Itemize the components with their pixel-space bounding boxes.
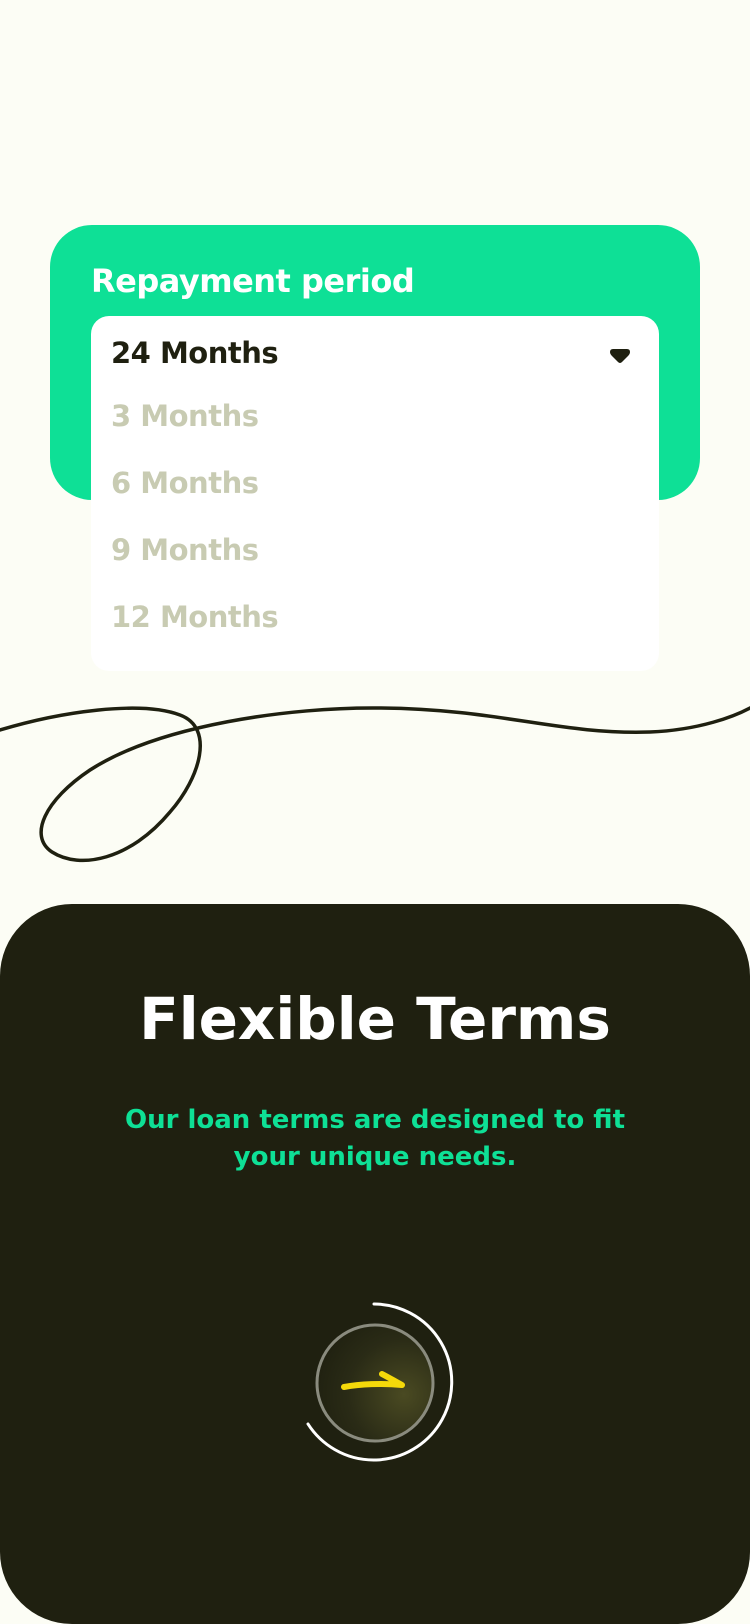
option-label: 6 Months	[111, 466, 259, 500]
dropdown-option[interactable]: 3 Months	[91, 386, 659, 452]
dropdown-option[interactable]: 12 Months	[91, 587, 659, 653]
selected-option-label: 24 Months	[111, 336, 279, 370]
next-button[interactable]	[302, 1300, 458, 1464]
dropdown-selected-value[interactable]: 24 Months	[91, 316, 659, 386]
dropdown-option[interactable]: 6 Months	[91, 453, 659, 519]
repayment-dropdown[interactable]: 24 Months 3 Months 6 Months 9 Months 12 …	[91, 316, 659, 671]
feature-title: Flexible Terms	[139, 985, 611, 1053]
decorative-squiggle-line	[0, 706, 750, 863]
option-label: 9 Months	[111, 533, 259, 567]
option-label: 12 Months	[111, 600, 279, 634]
repayment-period-label: Repayment period	[91, 262, 415, 300]
caret-down-icon[interactable]	[607, 346, 633, 366]
option-label: 3 Months	[111, 399, 259, 433]
arrow-right-icon	[341, 1371, 405, 1390]
feature-description: Our loan terms are designed to fit your …	[124, 1105, 626, 1172]
dropdown-option[interactable]: 9 Months	[91, 520, 659, 586]
